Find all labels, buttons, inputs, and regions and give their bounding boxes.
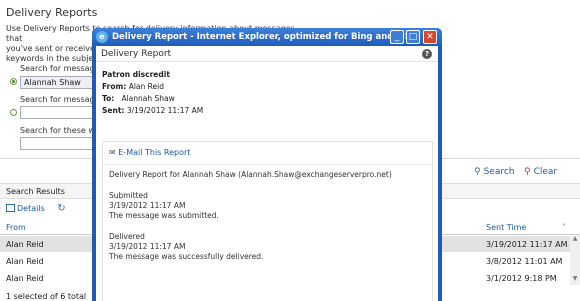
delivered-label: Delivered	[109, 232, 145, 241]
clear-button[interactable]: ⚲ Clear	[524, 167, 557, 177]
scroll-up-icon[interactable]: ▲	[570, 235, 580, 245]
search-results-title: Search Results	[6, 187, 65, 196]
submitted-time: 3/19/2012 11:17 AM	[109, 201, 186, 210]
report-panel: ✉ E-Mail This Report Delivery Report for…	[102, 141, 433, 301]
column-sent-time[interactable]: Sent Time	[486, 223, 526, 232]
selection-status: 1 selected of 6 total	[6, 292, 87, 301]
sort-chevron-icon[interactable]: ˅	[562, 223, 566, 232]
sent-line: Sent: 3/19/2012 11:17 AM	[102, 106, 204, 115]
row-from: Alan Reid	[6, 257, 44, 266]
minimize-button[interactable]: _	[390, 30, 404, 44]
row-from: Alan Reid	[6, 240, 44, 249]
report-heading: Delivery Report for Alannah Shaw (Alanna…	[109, 170, 392, 179]
delivered-message: The message was successfully delivered.	[109, 252, 264, 261]
email-report-link[interactable]: ✉ E-Mail This Report	[109, 148, 190, 157]
radio-search-from[interactable]	[10, 78, 17, 85]
refresh-icon[interactable]: ↻	[57, 203, 65, 214]
search-from-field[interactable]: Alannah Shaw	[20, 76, 95, 89]
row-sent: 3/19/2012 11:17 AM	[486, 240, 568, 249]
report-title: Delivery Report	[101, 49, 172, 59]
window-titlebar[interactable]: e Delivery Report - Internet Explorer, o…	[92, 28, 442, 46]
row-sent: 3/8/2012 11:01 AM	[486, 257, 563, 266]
results-toolbar: Details ↻	[6, 203, 66, 214]
search-button-label: Search	[483, 167, 515, 177]
to-line: To: Alannah Shaw	[102, 94, 175, 103]
column-from[interactable]: From	[6, 223, 26, 232]
row-sent: 3/1/2012 9:18 PM	[486, 274, 557, 283]
details-label: Details	[17, 204, 45, 213]
delivered-time: 3/19/2012 11:17 AM	[109, 242, 186, 251]
message-subject: Patron discredit	[102, 70, 170, 79]
scroll-down-icon[interactable]: ▼	[570, 275, 580, 285]
results-scrollbar[interactable]: ▲ ▼	[570, 235, 580, 285]
report-divider	[103, 164, 432, 165]
report-header: Delivery Report ?	[96, 46, 438, 62]
email-icon: ✉	[109, 148, 116, 157]
details-icon	[6, 204, 15, 212]
search-icon: ⚲	[474, 167, 481, 177]
submitted-label: Submitted	[109, 191, 148, 200]
page-title: Delivery Reports	[6, 6, 98, 19]
row-from: Alan Reid	[6, 274, 44, 283]
search-button[interactable]: ⚲ Search	[474, 167, 515, 177]
clear-button-label: Clear	[533, 167, 558, 177]
keywords-field[interactable]	[20, 137, 95, 150]
window-title: Delivery Report - Internet Explorer, opt…	[112, 32, 418, 42]
ie-icon: e	[96, 31, 108, 43]
from-line: From: Alan Reid	[102, 82, 164, 91]
window-body: Delivery Report ? Patron discredit From:…	[96, 46, 438, 301]
details-button[interactable]: Details	[6, 204, 45, 213]
close-button[interactable]: ✕	[423, 30, 437, 44]
delivery-report-window: e Delivery Report - Internet Explorer, o…	[92, 28, 442, 301]
search-to-field[interactable]	[20, 106, 95, 119]
maximize-button[interactable]: □	[406, 30, 420, 44]
submitted-message: The message was submitted.	[109, 211, 219, 220]
email-report-label: E-Mail This Report	[118, 148, 191, 157]
search-keywords-label: Search for these wor	[20, 126, 104, 135]
help-icon[interactable]: ?	[422, 49, 432, 59]
clear-icon: ⚲	[524, 167, 531, 177]
radio-search-to[interactable]	[10, 109, 17, 116]
